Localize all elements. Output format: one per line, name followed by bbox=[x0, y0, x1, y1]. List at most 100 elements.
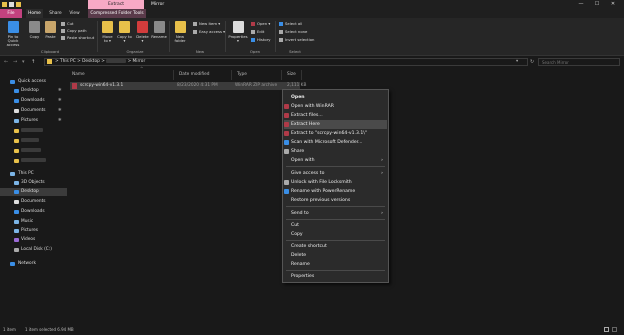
menu-separator bbox=[286, 166, 385, 167]
address-dropdown-button[interactable]: ▾ bbox=[516, 58, 518, 66]
nav-local-disk[interactable]: Local Disk (C:) bbox=[0, 246, 67, 254]
details-view-icon[interactable] bbox=[604, 327, 609, 332]
properties-button[interactable]: Properties ▾ bbox=[228, 21, 248, 47]
breadcrumb-desktop[interactable]: Desktop bbox=[82, 59, 100, 64]
nav-quick-access[interactable]: Quick access bbox=[0, 78, 67, 86]
column-header-name[interactable]: Name bbox=[67, 70, 174, 80]
save-quick-icon[interactable] bbox=[9, 2, 14, 7]
easy-access-button[interactable]: Easy access ▾ bbox=[193, 29, 225, 35]
move-to-button[interactable]: Move to ▾ bbox=[100, 21, 115, 47]
pin-icon: ✱ bbox=[58, 108, 62, 113]
select-all-icon bbox=[279, 21, 283, 26]
copy-path-button[interactable]: Copy path bbox=[61, 28, 86, 34]
nav-pictures-pc[interactable]: Pictures bbox=[0, 227, 67, 235]
edit-button[interactable]: Edit bbox=[251, 29, 264, 35]
copy-to-button[interactable]: Copy to ▾ bbox=[117, 21, 132, 47]
pin-icon bbox=[7, 21, 19, 33]
new-folder-button[interactable]: New folder bbox=[172, 21, 188, 47]
up-button[interactable]: ↑ bbox=[31, 59, 35, 65]
nav-redacted-folder[interactable] bbox=[0, 147, 67, 155]
recent-locations-button[interactable]: ▾ bbox=[22, 59, 25, 65]
breadcrumb-this-pc[interactable]: This PC bbox=[60, 59, 76, 64]
menu-item-give-access[interactable]: Give access to › bbox=[284, 169, 387, 178]
menu-item-create-shortcut[interactable]: Create shortcut bbox=[284, 242, 387, 251]
nav-desktop[interactable]: Desktop ✱ bbox=[0, 87, 67, 95]
nav-documents[interactable]: Documents ✱ bbox=[0, 107, 67, 115]
nav-videos[interactable]: Videos bbox=[0, 236, 67, 244]
menu-item-rename[interactable]: Rename bbox=[284, 260, 387, 269]
forward-button[interactable]: → bbox=[13, 59, 17, 65]
breadcrumb: > This PC > Desktop > > Mirror bbox=[55, 58, 146, 64]
menu-item-unlock-locksmith[interactable]: Unlock with File Locksmith bbox=[284, 178, 387, 187]
menu-item-extract-to[interactable]: Extract to "scrcpy-win64-v1.3.1\" bbox=[284, 129, 387, 138]
nav-3d-objects[interactable]: 3D Objects bbox=[0, 179, 67, 187]
delete-button[interactable]: Delete ▾ bbox=[135, 21, 150, 47]
large-icons-view-icon[interactable] bbox=[612, 327, 617, 332]
menu-item-scan-defender[interactable]: Scan with Microsoft Defender... bbox=[284, 138, 387, 147]
copy-to-icon bbox=[119, 21, 130, 33]
tab-compressed-folder-tools[interactable]: Compressed Folder Tools bbox=[88, 9, 146, 18]
paste-shortcut-button[interactable]: Paste shortcut bbox=[61, 35, 94, 41]
menu-item-open-with-winrar[interactable]: Open with WinRAR bbox=[284, 102, 387, 111]
tab-file[interactable]: File bbox=[0, 9, 22, 18]
ribbon-divider bbox=[275, 21, 276, 52]
folder-icon bbox=[14, 139, 19, 143]
menu-item-extract-here[interactable]: Extract Here bbox=[284, 120, 387, 129]
menu-item-open-with[interactable]: Open with › bbox=[284, 156, 387, 165]
new-item-button[interactable]: New item ▾ bbox=[193, 21, 220, 27]
menu-item-share[interactable]: Share bbox=[284, 147, 387, 156]
copy-path-icon bbox=[61, 28, 65, 33]
menu-item-delete[interactable]: Delete bbox=[284, 251, 387, 260]
new-folder-quick-icon[interactable] bbox=[16, 2, 21, 7]
tab-share[interactable]: Share bbox=[47, 9, 64, 18]
nav-this-pc[interactable]: This PC bbox=[0, 170, 67, 178]
refresh-button[interactable]: ↻ bbox=[530, 58, 534, 66]
maximize-button[interactable]: ☐ bbox=[590, 0, 604, 9]
paste-button[interactable]: Paste bbox=[43, 21, 58, 47]
open-button[interactable]: Open ▾ bbox=[251, 21, 270, 27]
close-button[interactable]: ✕ bbox=[606, 0, 620, 9]
column-header-size[interactable]: Size bbox=[282, 70, 302, 80]
redacted-label bbox=[21, 137, 39, 142]
search-input[interactable] bbox=[538, 58, 620, 66]
status-item-count: 1 item bbox=[3, 327, 16, 332]
column-header-date[interactable]: Date modified bbox=[174, 70, 232, 80]
nav-redacted-folder[interactable] bbox=[0, 137, 67, 145]
nav-redacted-folder[interactable] bbox=[0, 127, 67, 135]
menu-item-send-to[interactable]: Send to › bbox=[284, 209, 387, 218]
history-icon bbox=[251, 37, 255, 42]
menu-item-restore-versions[interactable]: Restore previous versions bbox=[284, 196, 387, 205]
breadcrumb-mirror[interactable]: Mirror bbox=[133, 59, 146, 64]
rename-button[interactable]: Rename bbox=[151, 21, 167, 47]
menu-item-open[interactable]: Open bbox=[284, 93, 387, 102]
pin-quick-access-button[interactable]: Pin to Quick access bbox=[2, 21, 24, 47]
nav-music[interactable]: Music bbox=[0, 218, 67, 226]
menu-item-properties[interactable]: Properties bbox=[284, 272, 387, 281]
column-header-type[interactable]: Type bbox=[232, 70, 282, 80]
nav-desktop-selected[interactable]: Desktop bbox=[0, 188, 67, 196]
minimize-button[interactable]: — bbox=[574, 0, 588, 9]
copy-button[interactable]: Copy bbox=[27, 21, 42, 47]
select-all-button[interactable]: Select all bbox=[279, 21, 302, 27]
select-none-button[interactable]: Select none bbox=[279, 29, 307, 35]
nav-pictures[interactable]: Pictures ✱ bbox=[0, 117, 67, 125]
nav-downloads[interactable]: Downloads ✱ bbox=[0, 97, 67, 105]
folder-icon bbox=[14, 159, 19, 163]
menu-item-cut[interactable]: Cut bbox=[284, 221, 387, 230]
group-select: Select bbox=[289, 49, 301, 54]
desktop-icon bbox=[14, 89, 19, 93]
tab-view[interactable]: View bbox=[66, 9, 83, 18]
nav-downloads-pc[interactable]: Downloads bbox=[0, 208, 67, 216]
nav-network[interactable]: Network bbox=[0, 260, 67, 268]
history-button[interactable]: History bbox=[251, 37, 271, 43]
back-button[interactable]: ← bbox=[4, 59, 8, 65]
cut-button[interactable]: Cut bbox=[61, 21, 74, 27]
menu-item-extract-files[interactable]: Extract files... bbox=[284, 111, 387, 120]
menu-item-copy[interactable]: Copy bbox=[284, 230, 387, 239]
menu-item-powerrename[interactable]: Rename with PowerRename bbox=[284, 187, 387, 196]
download-icon bbox=[14, 210, 19, 214]
invert-selection-button[interactable]: Invert selection bbox=[279, 37, 314, 43]
nav-documents-pc[interactable]: Documents bbox=[0, 198, 67, 206]
tab-home[interactable]: Home bbox=[26, 9, 43, 18]
nav-redacted-folder[interactable] bbox=[0, 157, 67, 165]
